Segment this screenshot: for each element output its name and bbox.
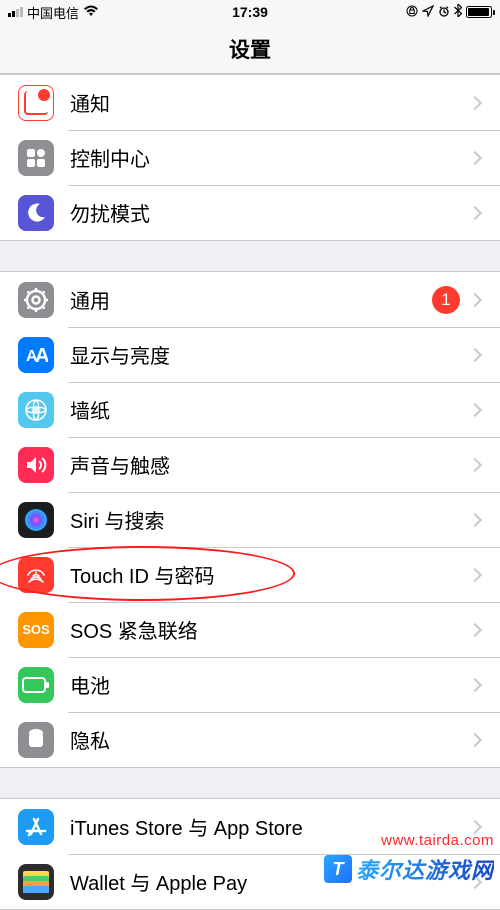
row-label: 电池 bbox=[70, 670, 470, 699]
chevron-icon bbox=[468, 292, 482, 306]
siri-icon bbox=[18, 502, 70, 538]
chevron-icon bbox=[468, 95, 482, 109]
chevron-icon bbox=[468, 567, 482, 581]
control-center-icon bbox=[18, 140, 70, 176]
wallet-icon bbox=[18, 864, 70, 900]
row-label: 显示与亮度 bbox=[70, 340, 470, 369]
row-label: 声音与触感 bbox=[70, 450, 470, 479]
appstore-icon bbox=[18, 809, 70, 845]
settings-row-privacy[interactable]: 隐私 bbox=[0, 712, 500, 767]
sounds-icon bbox=[18, 447, 70, 483]
chevron-icon bbox=[468, 732, 482, 746]
chevron-icon bbox=[468, 457, 482, 471]
settings-row-wallet[interactable]: Wallet 与 Apple Pay bbox=[0, 854, 500, 909]
settings-group: 通用 1 AA 显示与亮度 墙纸 声音与触感 Siri 与搜索 Touch ID… bbox=[0, 271, 500, 768]
chevron-icon bbox=[468, 677, 482, 691]
status-right bbox=[406, 4, 492, 20]
chevron-icon bbox=[468, 874, 482, 888]
settings-group: iTunes Store 与 App Store Wallet 与 Apple … bbox=[0, 798, 500, 910]
settings-row-sounds[interactable]: 声音与触感 bbox=[0, 437, 500, 492]
group-gap bbox=[0, 241, 500, 271]
dnd-icon bbox=[18, 195, 70, 231]
battery-icon bbox=[18, 667, 70, 703]
location-icon bbox=[422, 4, 434, 20]
status-left: 中国电信 bbox=[8, 3, 99, 22]
sos-icon: SOS bbox=[18, 612, 70, 648]
chevron-icon bbox=[468, 347, 482, 361]
settings-row-display[interactable]: AA 显示与亮度 bbox=[0, 327, 500, 382]
bluetooth-icon bbox=[454, 4, 462, 20]
touchid-icon bbox=[18, 557, 70, 593]
settings-row-touchid[interactable]: Touch ID 与密码 bbox=[0, 547, 500, 602]
status-time: 17:39 bbox=[232, 4, 268, 20]
row-label: Touch ID 与密码 bbox=[70, 560, 470, 589]
settings-list[interactable]: 通知 控制中心 勿扰模式 通用 1 AA 显示与亮度 墙纸 bbox=[0, 74, 500, 910]
settings-group: 通知 控制中心 勿扰模式 bbox=[0, 74, 500, 241]
settings-row-siri[interactable]: Siri 与搜索 bbox=[0, 492, 500, 547]
settings-row-battery[interactable]: 电池 bbox=[0, 657, 500, 712]
page-title: 设置 bbox=[0, 24, 500, 74]
settings-row-wallpaper[interactable]: 墙纸 bbox=[0, 382, 500, 437]
settings-row-notifications[interactable]: 通知 bbox=[0, 75, 500, 130]
settings-row-appstore[interactable]: iTunes Store 与 App Store bbox=[0, 799, 500, 854]
row-label: 控制中心 bbox=[70, 143, 470, 172]
wallpaper-icon bbox=[18, 392, 70, 428]
row-label: Wallet 与 Apple Pay bbox=[70, 867, 470, 896]
settings-row-control-center[interactable]: 控制中心 bbox=[0, 130, 500, 185]
settings-row-general[interactable]: 通用 1 bbox=[0, 272, 500, 327]
chevron-icon bbox=[468, 205, 482, 219]
general-icon bbox=[18, 282, 70, 318]
row-label: 墙纸 bbox=[70, 395, 470, 424]
row-label: SOS 紧急联络 bbox=[70, 615, 470, 644]
signal-icon bbox=[8, 7, 23, 17]
chevron-icon bbox=[468, 622, 482, 636]
chevron-icon bbox=[468, 150, 482, 164]
row-label: 通知 bbox=[70, 88, 470, 117]
display-icon: AA bbox=[18, 337, 70, 373]
lock-icon bbox=[406, 4, 418, 20]
status-bar: 中国电信 17:39 bbox=[0, 0, 500, 24]
settings-row-sos[interactable]: SOS SOS 紧急联络 bbox=[0, 602, 500, 657]
chevron-icon bbox=[468, 819, 482, 833]
battery-icon bbox=[466, 6, 492, 18]
row-label: 通用 bbox=[70, 285, 432, 314]
settings-row-dnd[interactable]: 勿扰模式 bbox=[0, 185, 500, 240]
privacy-icon bbox=[18, 722, 70, 758]
badge: 1 bbox=[432, 286, 460, 314]
wifi-icon bbox=[83, 4, 99, 20]
alarm-icon bbox=[438, 4, 450, 20]
svg-text:A: A bbox=[35, 345, 48, 365]
chevron-icon bbox=[468, 402, 482, 416]
chevron-icon bbox=[468, 512, 482, 526]
carrier-label: 中国电信 bbox=[27, 3, 79, 22]
group-gap bbox=[0, 768, 500, 798]
row-label: Siri 与搜索 bbox=[70, 505, 470, 534]
row-label: 隐私 bbox=[70, 725, 470, 754]
row-label: iTunes Store 与 App Store bbox=[70, 812, 470, 841]
row-label: 勿扰模式 bbox=[70, 198, 470, 227]
notifications-icon bbox=[18, 85, 70, 121]
